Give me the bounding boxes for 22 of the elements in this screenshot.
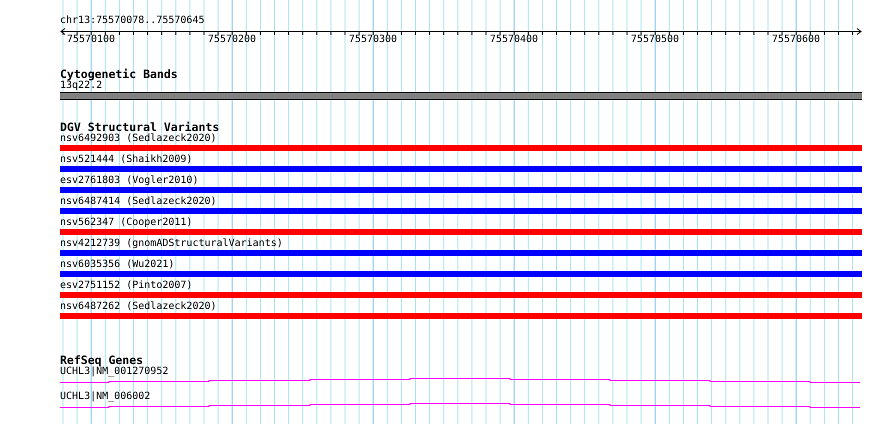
- variant-label: nsv521444 (Shaikh2009): [60, 154, 192, 166]
- track-title: RefSeq Genes: [60, 354, 144, 366]
- gene-label: UCHL3|NM_006002: [60, 391, 150, 403]
- band-label: 13q22.2: [60, 80, 102, 92]
- variant-label: esv2751152 (Pinto2007): [60, 280, 192, 292]
- location-label: chr13:75570078..75570645: [60, 15, 204, 27]
- tick-label: 75570500: [630, 34, 680, 46]
- track-title: DGV Structural Variants: [60, 121, 220, 133]
- variant-label: nsv6035356 (Wu2021): [60, 259, 174, 271]
- variant-label: nsv4212739 (gnomADStructuralVariants): [60, 238, 283, 250]
- tick-label: 75570300: [348, 34, 398, 46]
- track-title: Cytogenetic Bands: [60, 68, 178, 80]
- variant-label: nsv6487262 (Sedlazeck2020): [60, 301, 217, 313]
- tick-label: 75570400: [490, 34, 538, 46]
- tick-label: 75570600: [772, 34, 820, 46]
- tick-label: 75570100: [66, 34, 116, 46]
- gene-label: UCHL3|NM_001270952: [60, 366, 168, 378]
- variant-label: nsv6487414 (Sedlazeck2020): [60, 196, 217, 208]
- variant-label: nsv6492903 (Sedlazeck2020): [60, 133, 217, 145]
- variant-label: esv2761803 (Vogler2010): [60, 175, 198, 187]
- tick-label: 75570200: [208, 34, 256, 46]
- variant-label: nsv562347 (Cooper2011): [60, 217, 192, 229]
